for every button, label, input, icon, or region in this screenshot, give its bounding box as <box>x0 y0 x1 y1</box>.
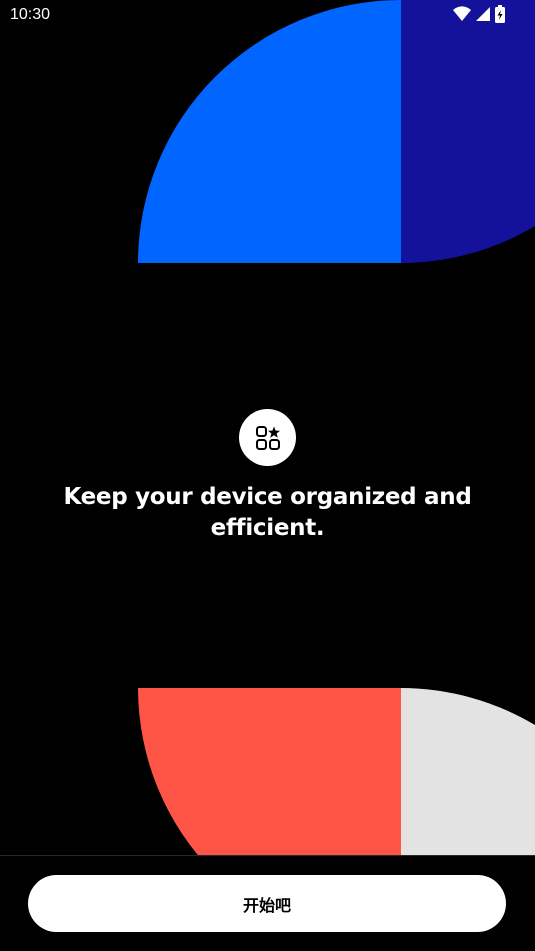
wifi-icon <box>453 6 471 22</box>
app-icon-badge <box>239 409 296 466</box>
top-navy-quarter-shape <box>401 0 535 263</box>
onboarding-screen: 10:30 Keep your device organized and eff… <box>0 0 535 951</box>
onboarding-content: Keep your device organized and efficient… <box>0 409 535 544</box>
apps-star-icon <box>255 425 280 450</box>
top-blue-quarter-shape <box>138 0 401 263</box>
onboarding-headline: Keep your device organized and efficient… <box>63 484 472 541</box>
status-time: 10:30 <box>10 6 51 23</box>
get-started-button[interactable]: 开始吧 <box>28 875 506 932</box>
status-bar: 10:30 <box>0 0 535 30</box>
bottom-action-bar: 开始吧 <box>0 855 535 951</box>
status-icons <box>453 5 505 23</box>
cellular-signal-icon <box>476 7 490 21</box>
battery-charging-icon <box>495 5 505 23</box>
